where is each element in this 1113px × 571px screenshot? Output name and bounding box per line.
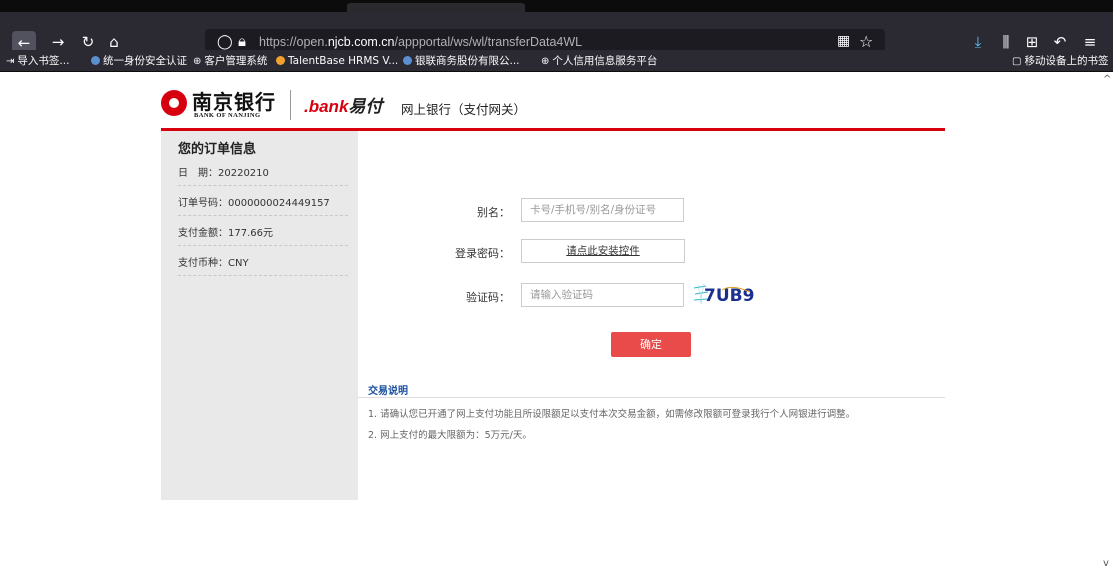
order-info-title: 您的订单信息 — [178, 142, 257, 157]
browser-toolbar: ← → ↻ ⌂ ◯ 🔒︎ https://open.njcb.com.cn/ap… — [0, 12, 1113, 56]
site-icon — [403, 56, 412, 65]
bookmark-item[interactable]: ⊕ 客户管理系统 — [193, 54, 267, 68]
bookmark-import[interactable]: ⇥ 导入书签... — [6, 54, 69, 68]
extensions-icon[interactable]: ⊞ — [1022, 32, 1042, 52]
star-icon[interactable]: ☆ — [859, 32, 873, 51]
active-tab[interactable] — [347, 3, 525, 12]
lock-icon[interactable]: 🔒︎ — [238, 32, 246, 50]
ebank-logo: .bank易付 — [304, 97, 383, 116]
captcha-image[interactable]: 7UB9 — [692, 282, 756, 306]
captcha-label: 验证码： — [466, 291, 510, 304]
qr-code-icon[interactable]: ▦ — [837, 33, 850, 49]
bookmark-mobile[interactable]: ▢ 移动设备上的书签 — [1012, 54, 1108, 68]
import-icon: ⇥ — [6, 56, 15, 67]
bookmarks-bar: ⇥ 导入书签... 统一身份安全认证 ⊕ 客户管理系统 TalentBase HRM… — [0, 50, 1113, 72]
site-icon — [276, 56, 285, 65]
order-currency-row: 支付币种：CNY — [178, 254, 348, 276]
page-title: 网上银行（支付网关） — [401, 102, 527, 117]
transaction-divider — [358, 397, 945, 398]
captcha-text: 7UB9 — [704, 286, 754, 306]
bookmark-item[interactable]: TalentBase HRMS V... — [276, 54, 398, 68]
order-number-row: 订单号码：0000000024449157 — [178, 194, 348, 216]
bookmark-item[interactable]: 统一身份安全认证 — [91, 54, 187, 68]
captcha-input[interactable] — [521, 283, 684, 307]
site-icon — [91, 56, 100, 65]
bookmark-item[interactable]: 银联商务股份有限公... — [403, 54, 520, 68]
transaction-note: 1. 请确认您已开通了网上支付功能且所设限额足以支付本次交易金额，如需修改限额可… — [368, 409, 856, 420]
tab-strip — [0, 0, 1113, 12]
bank-name-en: BANK OF NANJING — [194, 112, 261, 119]
undo-icon[interactable]: ↶ — [1050, 32, 1070, 52]
install-control-link[interactable]: 请点此安装控件 — [521, 239, 685, 263]
bookmark-item[interactable]: ⊕ 个人信用信息服务平台 — [541, 54, 657, 68]
bank-name-cn: 南京银行 — [192, 90, 276, 114]
folder-icon: ▢ — [1012, 56, 1022, 67]
confirm-button[interactable]: 确定 — [611, 332, 691, 357]
scroll-down-icon[interactable]: v — [1103, 558, 1109, 569]
order-date-row: 日 期：20220210 — [178, 164, 348, 186]
page-scrollbar[interactable]: ^ v — [1101, 72, 1113, 571]
globe-icon: ⊕ — [541, 56, 550, 67]
transaction-note: 2. 网上支付的最大限额为：5万元/天。 — [368, 430, 532, 441]
url-text[interactable]: https://open.njcb.com.cn/appportal/ws/wl… — [259, 35, 582, 49]
scroll-up-icon[interactable]: ^ — [1103, 74, 1111, 85]
home-icon[interactable]: ⌂ — [104, 32, 124, 52]
password-label: 登录密码： — [455, 247, 510, 260]
library-icon[interactable]: ⫼ — [996, 32, 1016, 52]
order-amount-row: 支付金额：177.66元 — [178, 224, 348, 246]
bank-logo-mark-icon — [161, 90, 187, 116]
reload-icon[interactable]: ↻ — [78, 32, 98, 52]
globe-icon: ⊕ — [193, 56, 202, 67]
order-info-panel: 您的订单信息 日 期：20220210 订单号码：000000002444915… — [161, 131, 358, 500]
forward-arrow-icon[interactable]: → — [48, 32, 68, 52]
shield-icon[interactable]: ◯ — [217, 34, 233, 50]
alias-label: 别名： — [477, 206, 510, 219]
download-icon[interactable]: ⤓ — [968, 32, 988, 52]
alias-input[interactable] — [521, 198, 684, 222]
logo-divider — [290, 90, 291, 120]
transaction-notes-title: 交易说明 — [368, 386, 408, 397]
menu-icon[interactable]: ≡ — [1080, 32, 1100, 52]
